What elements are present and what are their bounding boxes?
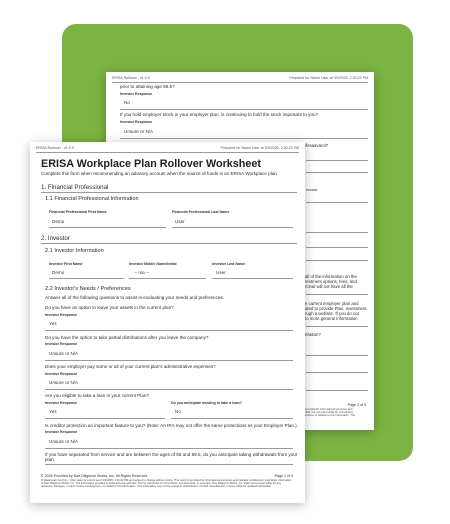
divider bbox=[306, 260, 368, 261]
section-heading: 2. Investor bbox=[41, 235, 70, 242]
divider bbox=[306, 172, 368, 173]
field-underline bbox=[212, 278, 293, 279]
divider bbox=[45, 389, 293, 390]
field-value: Demo bbox=[52, 219, 65, 224]
response-label: Investor Response bbox=[120, 120, 153, 124]
response-label: Investor Response bbox=[45, 372, 78, 376]
partial-text: to more general information bbox=[305, 316, 358, 321]
question-text: Does your employer pay some or all of yo… bbox=[45, 364, 216, 369]
divider bbox=[306, 294, 368, 295]
field-value: User bbox=[175, 219, 185, 224]
header-left: ERISA Rollover - v1.0.9 bbox=[112, 76, 150, 80]
page-number: Page 2 of 9 bbox=[347, 403, 366, 407]
partial-text: rtraiton? bbox=[305, 332, 321, 337]
header-left: ERISA Rollover - v1.0.9 bbox=[36, 146, 74, 150]
divider bbox=[45, 464, 293, 465]
question-text: If you hold employer stock in your emplo… bbox=[120, 112, 319, 117]
question-text: Are you eligible to take a loan in your … bbox=[45, 393, 149, 398]
response-value: Unsure or N/A bbox=[124, 129, 154, 134]
divider bbox=[45, 330, 293, 331]
divider bbox=[45, 418, 165, 419]
partial-text: ecoara bbox=[306, 188, 317, 192]
divider bbox=[45, 360, 293, 361]
divider bbox=[306, 390, 368, 391]
divider bbox=[306, 355, 368, 356]
field-label: Investor Middle Name/Initial bbox=[129, 262, 177, 266]
subsection-heading: 2.1 Investor Information bbox=[45, 248, 104, 254]
divider bbox=[306, 326, 368, 327]
copyright: © 2026 Provided by Due Diligence Works, … bbox=[41, 474, 149, 478]
subsection-heading: 1.1 Financial Professional Information bbox=[45, 196, 139, 202]
divider bbox=[171, 418, 293, 419]
response-label: Investor Response bbox=[45, 313, 78, 317]
response-value: Unsure or N/A bbox=[49, 351, 79, 356]
field-underline bbox=[129, 278, 206, 279]
partial-text: rcinal will not have all the bbox=[305, 284, 353, 289]
field-underline bbox=[49, 278, 124, 279]
page-header: ERISA Rollover - v1.0.9 Prepared for Nam… bbox=[36, 146, 299, 150]
divider bbox=[45, 448, 293, 449]
header-divider bbox=[36, 152, 299, 153]
divider bbox=[306, 232, 368, 233]
footer-fine-print: provided for informational purposes and … bbox=[305, 408, 355, 418]
field-label: Financial Professional Last Name bbox=[172, 210, 230, 214]
section-divider bbox=[41, 192, 297, 193]
response-value: Yes bbox=[49, 321, 57, 326]
page-number: Page 1 of 9 bbox=[274, 474, 293, 478]
field-value: User bbox=[216, 270, 226, 275]
response-label: Investor Response bbox=[45, 342, 78, 346]
divider bbox=[120, 138, 368, 139]
response-label: Investor Response bbox=[45, 401, 78, 405]
field-underline bbox=[172, 227, 293, 228]
section-divider bbox=[41, 243, 297, 244]
header-right: Prepared for Name User at 3/9/2026, 2:30… bbox=[220, 146, 299, 150]
response-value: No bbox=[124, 100, 130, 105]
worksheet-page-1: ERISA Rollover - v1.0.9 Prepared for Nam… bbox=[30, 142, 305, 503]
question-text: prior to attaining age 59.5? bbox=[120, 84, 175, 89]
question-text: Do you have the option to take partial d… bbox=[45, 335, 209, 340]
response-value: Unsure or N/A bbox=[49, 439, 79, 444]
instructions-text: Answer all of the following questions to… bbox=[45, 295, 225, 300]
partial-text: lifesaavarol? bbox=[304, 143, 329, 148]
field-label: Financial Professional First Name bbox=[49, 210, 107, 214]
page-title: ERISA Workplace Plan Rollover Worksheet bbox=[41, 158, 262, 170]
field-underline bbox=[49, 227, 166, 228]
page-subtitle: Complete this form when recommending an … bbox=[41, 171, 279, 176]
field-label: Investor First Name bbox=[49, 262, 83, 266]
page-header: ERISA Rollover - v1.0.9 Prepared for Nam… bbox=[112, 76, 368, 80]
response-label: Investor Response bbox=[120, 92, 153, 96]
divider bbox=[306, 202, 368, 203]
divider bbox=[306, 372, 368, 373]
header-right: Prepared for Name User at 3/9/2026, 2:30… bbox=[289, 76, 368, 80]
field-value: -- n/a -- bbox=[134, 270, 150, 275]
divider bbox=[120, 109, 368, 110]
divider bbox=[306, 247, 368, 248]
question-text: If you have separated from service and a… bbox=[45, 452, 298, 462]
response-label: Do you anticipate needing to take a loan… bbox=[171, 401, 242, 405]
question-text: Do you have an option to leave your asse… bbox=[45, 305, 174, 310]
question-text: Is creditor protection an important feat… bbox=[45, 423, 297, 428]
response-value: No bbox=[175, 409, 181, 414]
response-value: Yes bbox=[49, 409, 57, 414]
section-heading: 1. Financial Professional bbox=[41, 184, 109, 191]
divider bbox=[306, 160, 368, 161]
response-value: Unsure or N/A bbox=[49, 380, 79, 385]
subsection-heading: 2.2 Investor's Needs / Preferences bbox=[45, 286, 131, 292]
field-value: Demo bbox=[52, 270, 65, 275]
footer-fine-print: Professional Use Only - Information is c… bbox=[41, 479, 292, 489]
header-divider bbox=[112, 82, 368, 83]
field-label: Investor Last Name bbox=[212, 262, 246, 266]
response-label: Investor Response bbox=[45, 430, 78, 434]
